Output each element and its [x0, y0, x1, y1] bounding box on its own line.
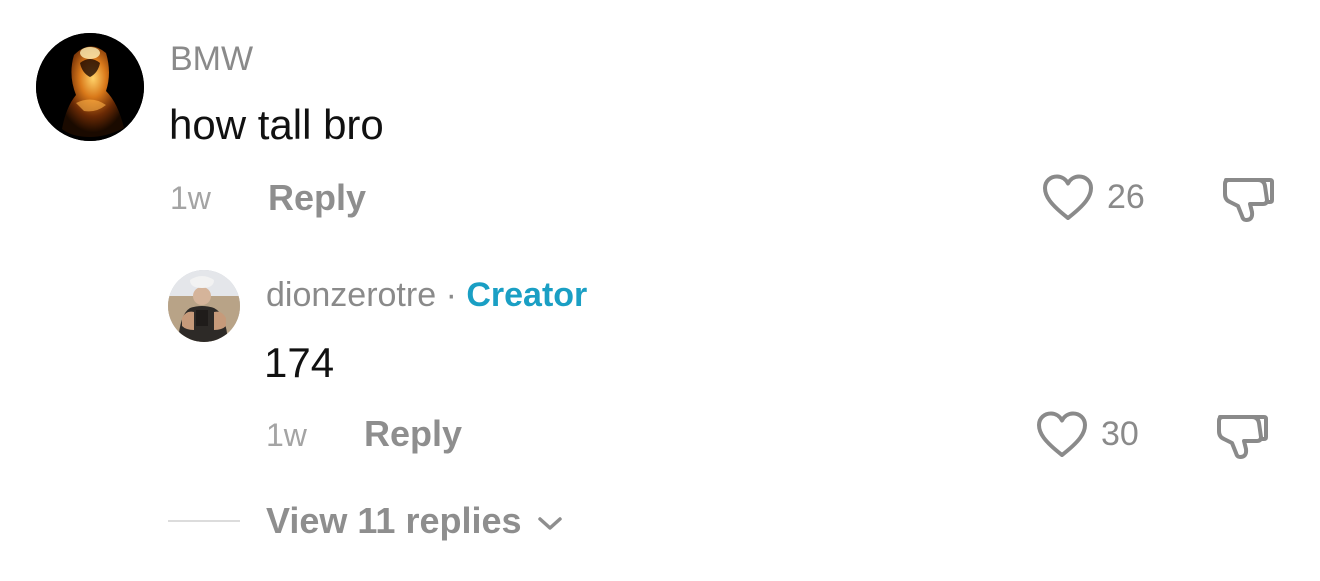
reply-timestamp: 1w [266, 417, 307, 453]
chevron-down-icon [537, 517, 562, 531]
avatar-image [168, 270, 240, 342]
replies-divider [168, 520, 240, 522]
creator-username-row: dionzerotre · Creator [266, 278, 587, 312]
avatar-image [36, 33, 144, 141]
heart-outline-icon [1043, 174, 1093, 220]
creator-username[interactable]: dionzerotre [266, 276, 436, 314]
reply-like-count: 30 [1101, 415, 1139, 453]
creator-badge: Creator [466, 276, 588, 314]
like-button[interactable] [1042, 174, 1094, 222]
separator-dot: · [445, 276, 457, 314]
reply-to-reply-button[interactable]: Reply [364, 416, 462, 452]
commenter-username[interactable]: BMW [170, 42, 253, 76]
comment-text: how tall bro [169, 101, 384, 148]
like-count: 26 [1107, 178, 1145, 216]
dislike-button[interactable] [1220, 172, 1276, 224]
thumbs-down-icon [1223, 178, 1274, 222]
reply-like-button[interactable] [1036, 411, 1088, 459]
view-replies-button[interactable]: View 11 replies [266, 503, 564, 539]
creator-avatar[interactable] [168, 270, 240, 342]
thumbs-down-icon [1217, 415, 1268, 459]
comment-timestamp: 1w [170, 180, 211, 216]
view-replies-label: View 11 replies [266, 500, 522, 541]
reply-dislike-button[interactable] [1214, 409, 1270, 461]
reply-button[interactable]: Reply [268, 180, 366, 216]
heart-outline-icon [1037, 411, 1087, 457]
commenter-avatar[interactable] [36, 33, 144, 141]
reply-text: 174 [264, 339, 335, 386]
